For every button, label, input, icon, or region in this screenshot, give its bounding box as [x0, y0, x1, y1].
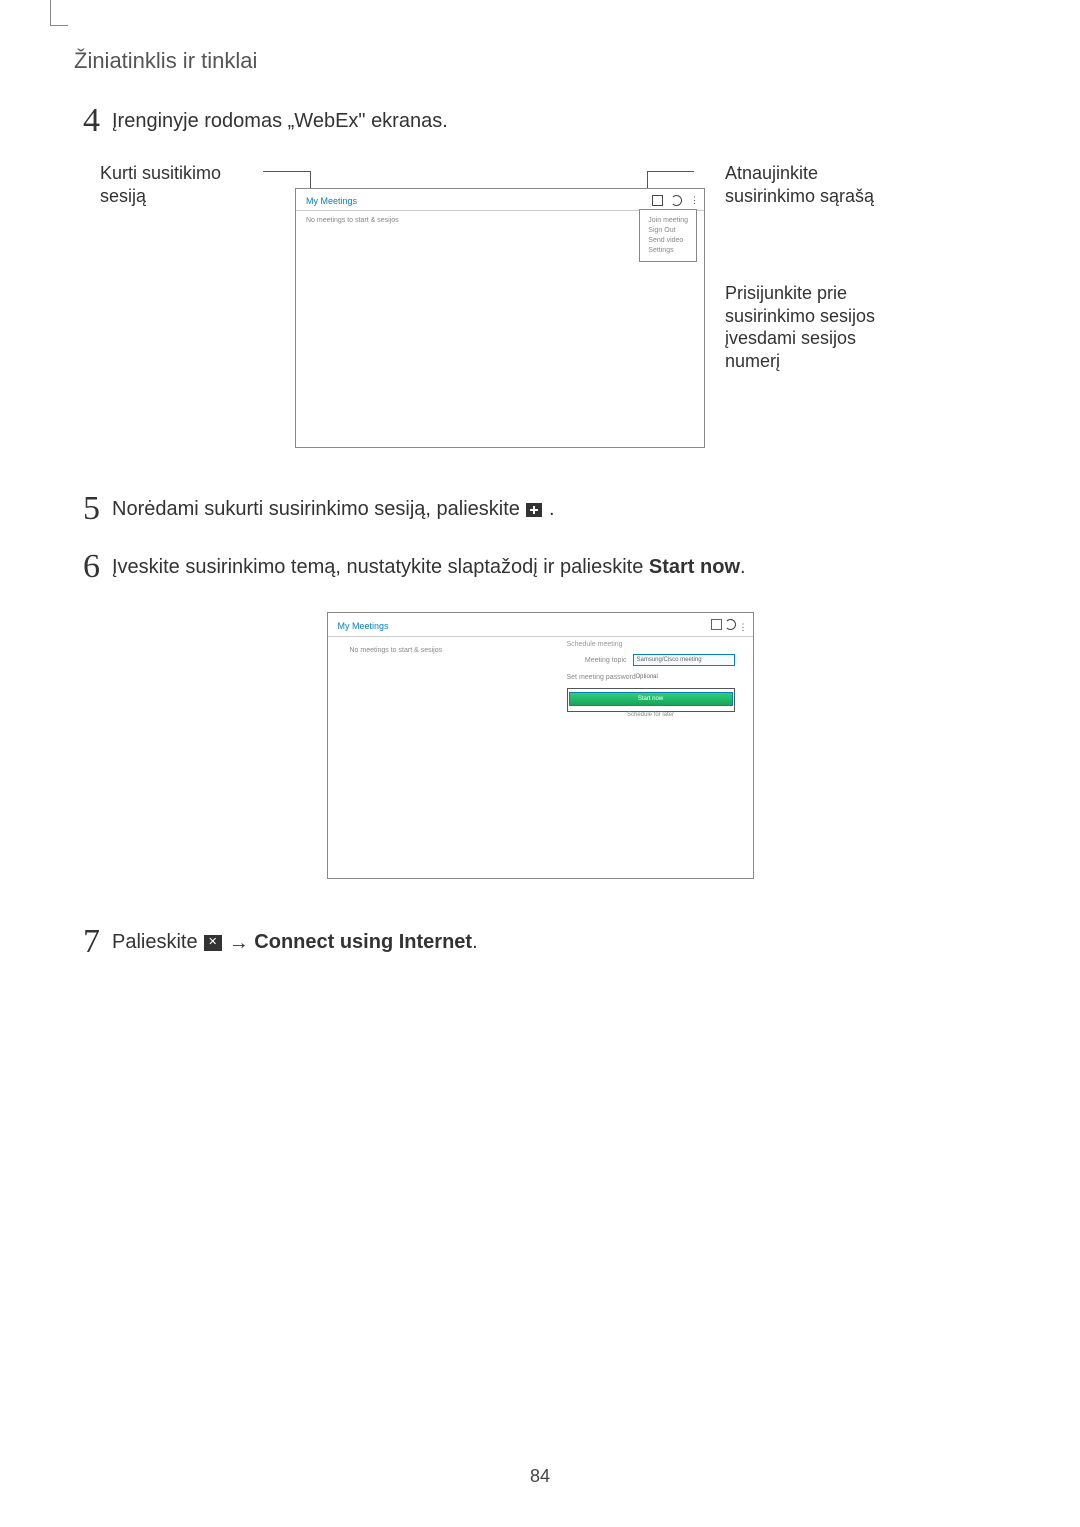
step-4-text: Įrenginyje rodomas „WebEx" ekranas.: [112, 108, 448, 133]
mock-overflow-popup: Join meeting Sign Out Send video Setting…: [639, 209, 697, 262]
page-number: 84: [0, 1466, 1080, 1487]
page-corner-mark: [50, 0, 51, 26]
figure-schedule-form: My Meetings ⋮ No meetings to start & ses…: [70, 612, 1010, 879]
section-header: Žiniatinklis ir tinklai: [74, 48, 1010, 74]
step-6-text-before: Įveskite susirinkimo temą, nustatykite s…: [112, 556, 649, 578]
step-4-number: 4: [70, 104, 100, 138]
overflow-menu-icon[interactable]: ⋮: [690, 199, 698, 202]
step-7: 7 Palieskite → Connect using Internet.: [70, 929, 1010, 959]
mock-titlebar: My Meetings ⋮: [296, 189, 704, 211]
callout-text: įvesdami sesijos: [725, 328, 856, 348]
row-password: Set meeting password Optional: [567, 672, 735, 682]
mock2-title: My Meetings: [338, 621, 389, 631]
step-5-number: 5: [70, 492, 100, 526]
popup-item-settings[interactable]: Settings: [648, 247, 688, 254]
form-title: Schedule meeting: [567, 641, 735, 648]
callout-line: [263, 171, 310, 172]
label-topic: Meeting topic: [567, 657, 627, 664]
overflow-menu-icon[interactable]: ⋮: [739, 626, 747, 629]
callout-text: numerį: [725, 351, 780, 371]
step-6-text: Įveskite susirinkimo temą, nustatykite s…: [112, 554, 746, 579]
input-password[interactable]: Optional: [633, 672, 735, 682]
callout-text: susirinkimo sąrašą: [725, 186, 874, 206]
step-6-bold: Start now: [649, 556, 740, 578]
highlight-start-now: Start now: [567, 688, 735, 712]
callout-text: Atnaujinkite: [725, 163, 818, 183]
input-topic[interactable]: Samsung/Cisco meeting: [633, 654, 735, 666]
step-5-text-after: .: [549, 498, 555, 520]
popup-item-signout[interactable]: Sign Out: [648, 227, 688, 234]
step-6: 6 Įveskite susirinkimo temą, nustatykite…: [70, 554, 1010, 584]
start-now-button[interactable]: Start now: [569, 692, 733, 706]
callout-create-session: Kurti susitikimo sesiją: [100, 162, 270, 207]
step-4: 4 Įrenginyje rodomas „WebEx" ekranas.: [70, 108, 1010, 138]
step-7-text: Palieskite → Connect using Internet.: [112, 929, 478, 955]
step-5-text-before: Norėdami sukurti susirinkimo sesiją, pal…: [112, 498, 525, 520]
callout-text: Prisijunkite prie: [725, 283, 847, 303]
mock-webex-home: My Meetings ⋮ No meetings to start & ses…: [295, 188, 705, 448]
callout-join-by-number: Prisijunkite prie susirinkimo sesijos įv…: [725, 282, 875, 372]
mock2-empty-text: No meetings to start & sesijos: [350, 647, 443, 654]
mock-schedule: My Meetings ⋮ No meetings to start & ses…: [327, 612, 754, 879]
mock2-titlebar: My Meetings ⋮: [328, 613, 753, 637]
mock-empty-text: No meetings to start & sesijos: [306, 217, 399, 224]
step-6-number: 6: [70, 550, 100, 584]
add-icon[interactable]: [711, 619, 722, 630]
figure-webex-home: Kurti susitikimo sesiją Atnaujinkite sus…: [100, 166, 1010, 456]
refresh-icon[interactable]: [671, 195, 682, 206]
popup-item-send-video[interactable]: Send video: [648, 237, 688, 244]
step-5: 5 Norėdami sukurti susirinkimo sesiją, p…: [70, 496, 1010, 526]
add-meeting-icon: [526, 503, 542, 517]
label-password: Set meeting password: [567, 674, 627, 681]
callout-refresh-list: Atnaujinkite susirinkimo sąrašą: [725, 162, 874, 207]
popup-item-join[interactable]: Join meeting: [648, 217, 688, 224]
step-6-text-after: .: [740, 556, 746, 578]
schedule-form: Schedule meeting Meeting topic Samsung/C…: [567, 641, 735, 718]
add-icon[interactable]: [652, 195, 663, 206]
step-7-number: 7: [70, 925, 100, 959]
audio-icon: [204, 935, 222, 951]
step-7-text-before: Palieskite: [112, 931, 203, 953]
step-7-text-after: .: [472, 931, 478, 953]
refresh-icon[interactable]: [725, 619, 736, 630]
callout-line: [647, 171, 694, 172]
row-topic: Meeting topic Samsung/Cisco meeting: [567, 654, 735, 666]
arrow-icon: →: [229, 932, 249, 954]
step-5-text: Norėdami sukurti susirinkimo sesiją, pal…: [112, 496, 555, 521]
callout-text: susirinkimo sesijos: [725, 306, 875, 326]
mock-title: My Meetings: [306, 196, 357, 206]
step-7-bold: Connect using Internet: [254, 931, 472, 953]
schedule-later-link[interactable]: Schedule for later: [567, 712, 735, 718]
